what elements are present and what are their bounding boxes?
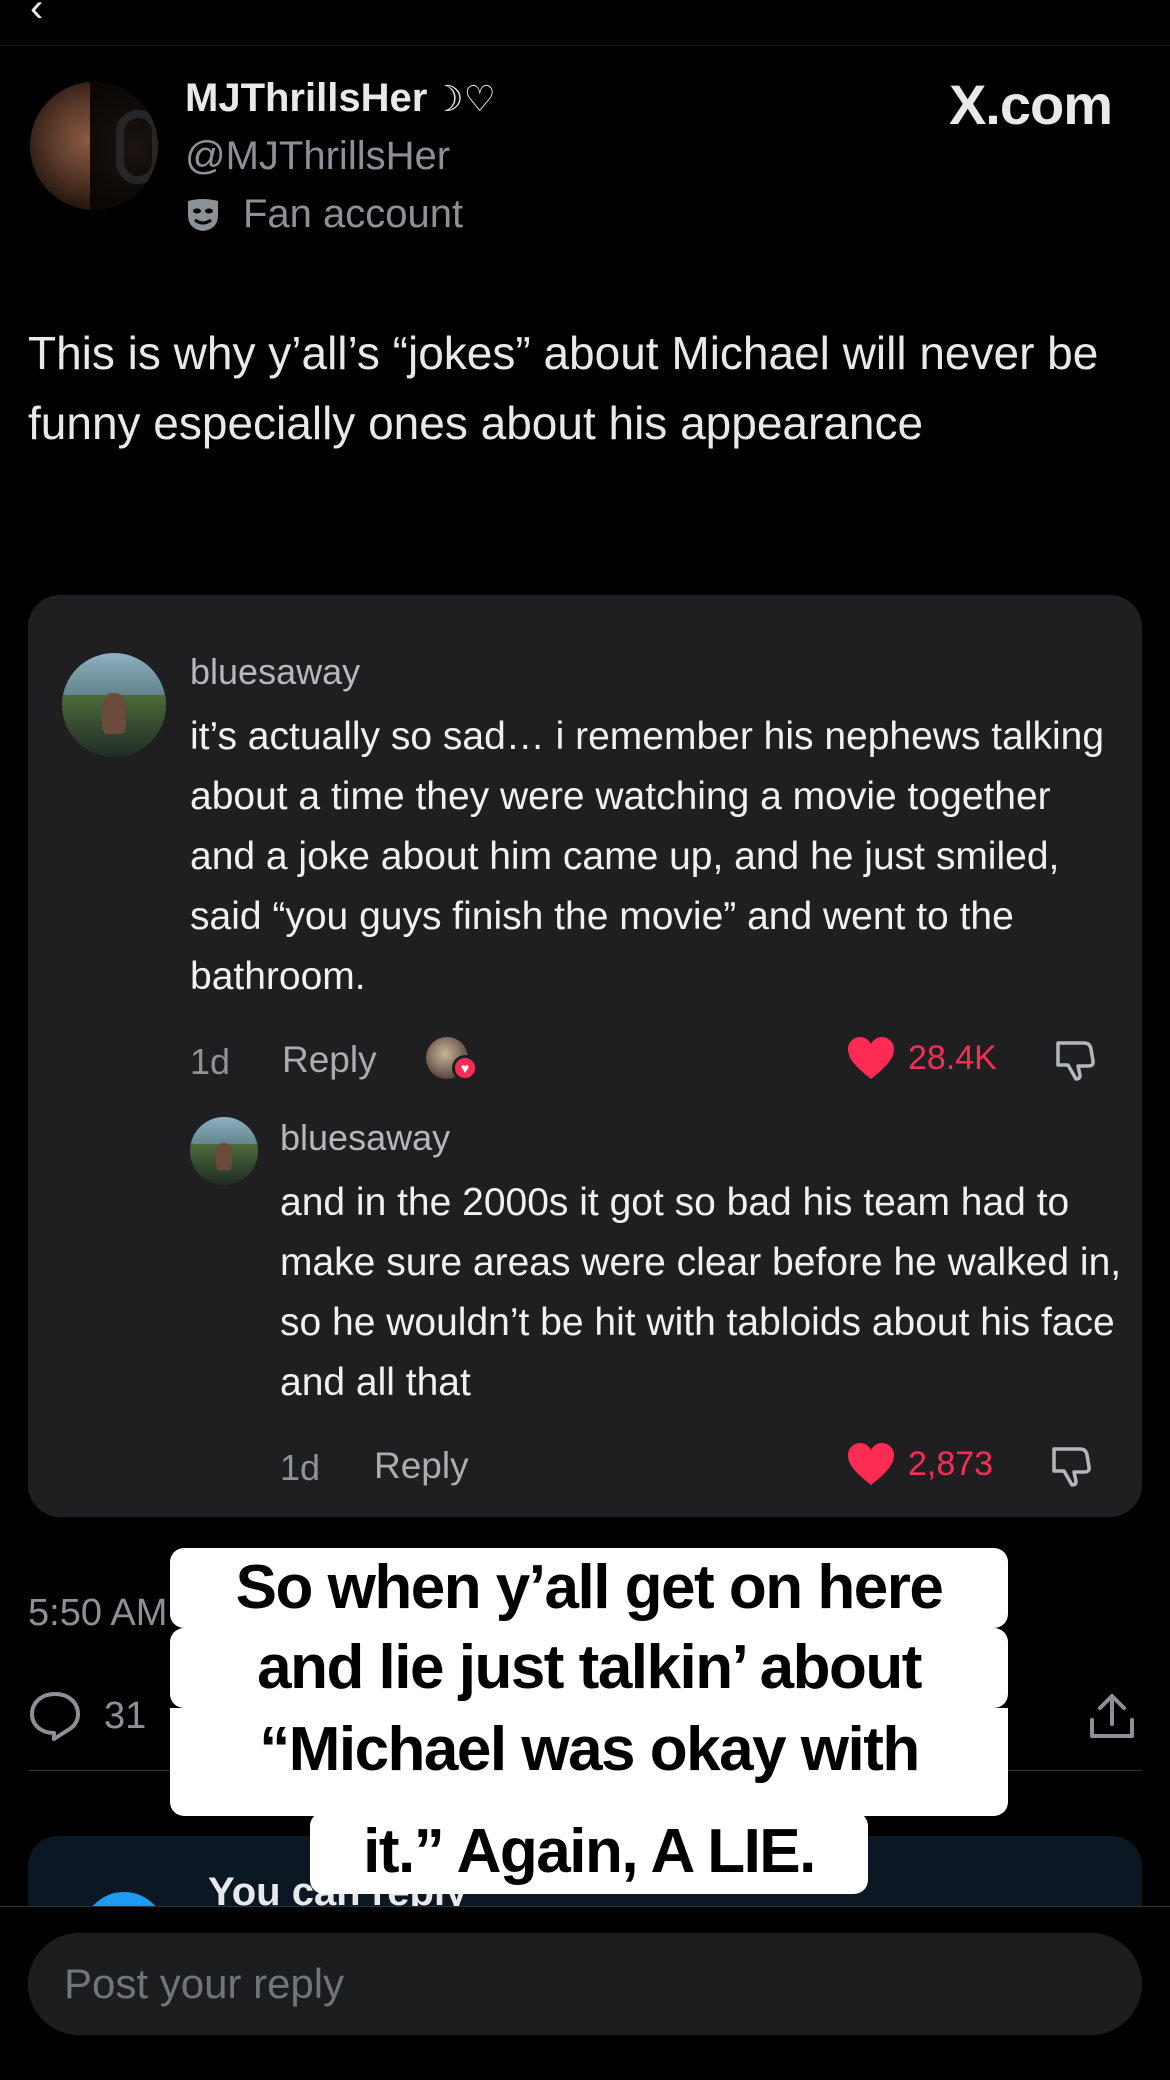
account-label: Fan account (185, 192, 463, 237)
comment-age: 1d (190, 1041, 231, 1082)
x-watermark: X.com (948, 73, 1113, 136)
theater-mask-icon (188, 198, 218, 231)
author-avatar[interactable] (30, 82, 158, 210)
avatar-figure (215, 1142, 233, 1171)
caption-line: “Michael was okay with (170, 1708, 1008, 1816)
reply-avatar[interactable] (190, 1117, 258, 1185)
author-name-text: MJThrillsHer (185, 76, 428, 120)
avatar-figure (101, 692, 127, 735)
caption-line: So when y’all get on here (170, 1548, 1008, 1628)
comment-text: it’s actually so sad… i remember his nep… (190, 715, 1105, 998)
caption-line: and lie just talkin’ about (170, 1628, 1008, 1708)
reply-bar (0, 1906, 1170, 2080)
comment-username[interactable]: bluesaway (190, 651, 360, 693)
author-display-name[interactable]: MJThrillsHer ☽♡ (185, 76, 496, 121)
share-icon[interactable] (1086, 1690, 1138, 1742)
reply-reply-button[interactable]: Reply (374, 1445, 469, 1487)
reply-username[interactable]: bluesaway (280, 1117, 450, 1159)
reply-like-count: 2,873 (908, 1444, 994, 1483)
author-handle[interactable]: @MJThrillsHer (185, 134, 450, 179)
heart-icon (848, 1037, 894, 1079)
divider (28, 1770, 1142, 1771)
heart-icon (848, 1443, 894, 1485)
reply-text: and in the 2000s it got so bad his team … (280, 1181, 1122, 1404)
comment-like-count: 28.4K (908, 1038, 997, 1077)
top-bar: ‹ (0, 0, 1170, 46)
dislike-icon[interactable] (1050, 1035, 1098, 1083)
account-label-text: Fan account (243, 192, 464, 236)
post-text: This is why y’all’s “jokes” about Michae… (28, 327, 1099, 449)
avatar-headphone (116, 110, 158, 184)
creator-liked-badge: ♥ (426, 1035, 482, 1081)
reply-like-button[interactable]: 2,873 (846, 1441, 993, 1487)
heart-badge-icon: ♥ (452, 1055, 478, 1081)
back-arrow-icon[interactable]: ‹ (30, 0, 43, 31)
comment-reply-button[interactable]: Reply (282, 1039, 377, 1081)
reply-count-button[interactable]: 31 (28, 1690, 146, 1742)
post-timestamp[interactable]: 5:50 AM (28, 1592, 167, 1635)
reply-age: 1d (280, 1447, 321, 1488)
comment-like-button[interactable]: 28.4K (846, 1035, 997, 1081)
reply-input[interactable] (28, 1933, 1142, 2035)
author-name-symbols: ☽♡ (431, 78, 496, 119)
comment-avatar[interactable] (62, 653, 166, 757)
comment-bubble-icon (30, 1692, 80, 1741)
reply-count: 31 (104, 1694, 147, 1737)
dislike-icon[interactable] (1046, 1441, 1094, 1489)
embedded-comments-card: bluesaway it’s actually so sad… i rememb… (28, 595, 1142, 1517)
